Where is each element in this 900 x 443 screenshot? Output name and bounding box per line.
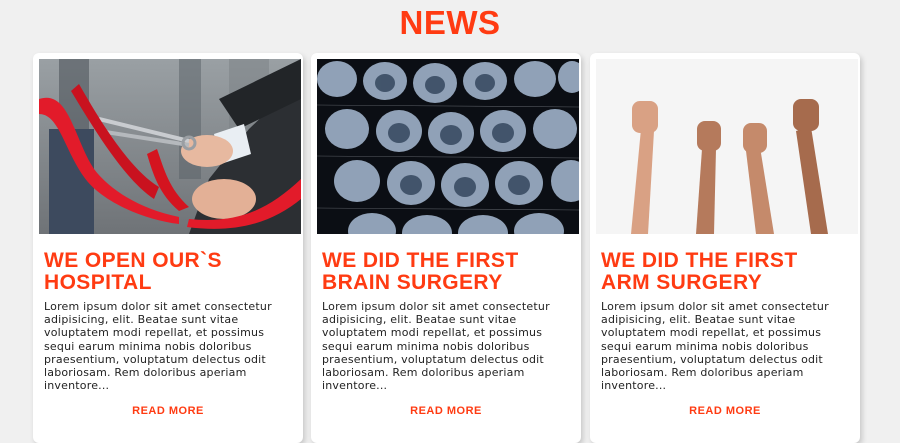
news-card: WE OPEN OUR`S HOSPITAL Lorem ipsum dolor… xyxy=(33,53,303,443)
raised-fists-image xyxy=(596,59,858,234)
read-more-link[interactable]: READ MORE xyxy=(311,405,581,417)
read-more-link[interactable]: READ MORE xyxy=(590,405,860,417)
card-title: WE DID THE FIRST BRAIN SURGERY xyxy=(322,249,519,294)
news-cards: WE OPEN OUR`S HOSPITAL Lorem ipsum dolor… xyxy=(33,53,873,443)
ribbon-cutting-illustration xyxy=(39,59,301,234)
card-excerpt: Lorem ipsum dolor sit amet consectetur a… xyxy=(601,300,829,393)
card-title: WE DID THE FIRST ARM SURGERY xyxy=(601,249,798,294)
ribbon-cutting-image xyxy=(39,59,301,234)
card-excerpt: Lorem ipsum dolor sit amet consectetur a… xyxy=(322,300,550,393)
brain-mri-illustration xyxy=(317,59,579,234)
news-card: WE DID THE FIRST ARM SURGERY Lorem ipsum… xyxy=(590,53,860,443)
read-more-link[interactable]: READ MORE xyxy=(33,405,303,417)
section-title: NEWS xyxy=(399,4,501,41)
news-card: WE DID THE FIRST BRAIN SURGERY Lorem ips… xyxy=(311,53,581,443)
card-title: WE OPEN OUR`S HOSPITAL xyxy=(44,249,222,294)
raised-fists-illustration xyxy=(596,59,858,234)
card-excerpt: Lorem ipsum dolor sit amet consectetur a… xyxy=(44,300,272,393)
news-section: NEWS WE OPEN OUR`S HOSPITAL Lorem ipsum … xyxy=(0,0,900,443)
brain-mri-image xyxy=(317,59,579,234)
